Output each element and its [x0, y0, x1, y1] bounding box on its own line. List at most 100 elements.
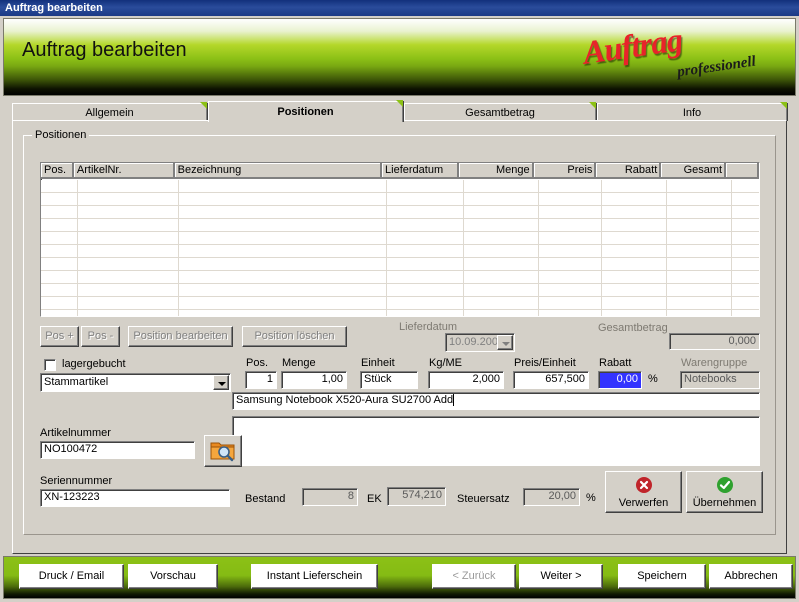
column-header-lieferdatum[interactable]: Lieferdatum — [382, 163, 459, 179]
lieferdatum-datepicker[interactable]: 10.09.2009 — [445, 333, 515, 352]
article-search-button[interactable] — [204, 435, 242, 467]
cancel-circle-icon — [635, 477, 652, 493]
print-email-label: Druck / Email — [38, 570, 105, 582]
delete-position-button[interactable]: Position löschen — [242, 326, 347, 347]
kgme-input[interactable]: 2,000 — [428, 371, 504, 389]
table-header-row: Pos. ArtikelNr. Bezeichnung Lieferdatum … — [41, 163, 759, 179]
gesamtbetrag-label: Gesamtbetrag — [598, 322, 668, 334]
rabatt-percent-sign: % — [648, 373, 658, 385]
seriennummer-input[interactable]: XN-123223 — [40, 489, 230, 507]
tab-allgemein[interactable]: Allgemein — [12, 102, 207, 121]
kgme-field-label: Kg/ME — [429, 357, 463, 369]
tab-gesamtbetrag[interactable]: Gesamtbetrag — [404, 102, 596, 121]
table-row[interactable] — [41, 258, 759, 271]
edit-position-label: Position bearbeiten — [133, 330, 228, 342]
table-row[interactable] — [41, 232, 759, 245]
menge-field-label: Menge — [282, 357, 316, 369]
column-header-preis[interactable]: Preis — [533, 163, 597, 179]
print-email-button[interactable]: Druck / Email — [19, 564, 124, 589]
column-header-pos[interactable]: Pos. — [41, 163, 74, 179]
steuersatz-label: Steuersatz — [457, 493, 510, 505]
lieferdatum-value: 10.09.2009 — [449, 336, 505, 348]
column-header-gesamt[interactable]: Gesamt — [661, 163, 727, 179]
preis-einheit-input[interactable]: 657,500 — [513, 371, 589, 389]
table-row[interactable] — [41, 271, 759, 284]
description-input[interactable]: Samsung Notebook X520-Aura SU2700 Add — [232, 392, 760, 410]
preview-label: Vorschau — [150, 570, 196, 582]
lagergebucht-label: lagergebucht — [62, 358, 126, 370]
cancel-button[interactable]: Abbrechen — [709, 564, 793, 589]
einheit-input[interactable]: Stück — [360, 371, 418, 389]
table-row[interactable] — [41, 206, 759, 219]
preis-einheit-field-label: Preis/Einheit — [514, 357, 576, 369]
einheit-field-label: Einheit — [361, 357, 395, 369]
table-row[interactable] — [41, 284, 759, 297]
lieferdatum-label: Lieferdatum — [399, 321, 458, 333]
seriennummer-label: Seriennummer — [40, 475, 113, 487]
check-circle-icon — [716, 477, 733, 493]
column-header-rabatt[interactable]: Rabatt — [596, 163, 662, 179]
discard-button[interactable]: Verwerfen — [605, 471, 682, 513]
logo-brand-text: Auftrag — [580, 22, 685, 72]
folder-search-icon — [210, 442, 235, 462]
chevron-down-icon[interactable] — [497, 335, 513, 350]
positions-groupbox: Positionen Pos. ArtikelNr. Bezeichnung L… — [23, 129, 776, 535]
pos-minus-button[interactable]: Pos - — [81, 326, 120, 347]
artikelnummer-label: Artikelnummer — [40, 427, 111, 439]
table-row[interactable] — [41, 245, 759, 258]
pos-plus-button[interactable]: Pos + — [40, 326, 79, 347]
warengruppe-field-label: Warengruppe — [681, 357, 748, 369]
positions-table[interactable]: Pos. ArtikelNr. Bezeichnung Lieferdatum … — [40, 162, 760, 317]
next-label: Weiter > — [540, 570, 582, 582]
article-type-dropdown[interactable]: Stammartikel — [40, 373, 231, 392]
next-button[interactable]: Weiter > — [519, 564, 603, 589]
warengruppe-input: Notebooks — [680, 371, 760, 389]
instant-delivery-note-button[interactable]: Instant Lieferschein — [251, 564, 378, 589]
bestand-value: 8 — [302, 488, 358, 506]
table-row[interactable] — [41, 219, 759, 232]
column-header-menge[interactable]: Menge — [458, 163, 534, 179]
rabatt-field-label: Rabatt — [599, 357, 632, 369]
tab-info[interactable]: Info — [597, 102, 787, 121]
tab-gesamtbetrag-label: Gesamtbetrag — [465, 107, 535, 119]
pos-minus-label: Pos - — [87, 330, 114, 342]
tab-allgemein-label: Allgemein — [85, 107, 134, 119]
column-header-artikelnr[interactable]: ArtikelNr. — [73, 163, 175, 179]
edit-position-button[interactable]: Position bearbeiten — [128, 326, 233, 347]
description-value: Samsung Notebook X520-Aura SU2700 Add — [236, 394, 454, 406]
table-body[interactable] — [41, 180, 759, 316]
rabatt-input[interactable]: 0,00 — [598, 371, 642, 389]
apply-label: Übernehmen — [692, 497, 757, 509]
artikelnummer-input[interactable]: NO100472 — [40, 441, 195, 459]
pos-input[interactable]: 1 — [245, 371, 277, 389]
back-label: < Zurück — [452, 570, 496, 582]
apply-button[interactable]: Übernehmen — [686, 471, 763, 513]
tab-info-label: Info — [682, 107, 702, 119]
tabstrip: Allgemein Positionen Gesamtbetrag Info — [12, 100, 787, 122]
column-header-bezeichnung[interactable]: Bezeichnung — [174, 163, 383, 179]
tab-panel-positionen: Positionen Pos. ArtikelNr. Bezeichnung L… — [12, 120, 787, 554]
window-title: Auftrag bearbeiten — [5, 2, 103, 14]
long-description-textarea[interactable] — [232, 416, 760, 466]
logo-subtitle-text: professionell — [676, 53, 757, 81]
tab-positionen[interactable]: Positionen — [208, 100, 403, 122]
menge-input[interactable]: 1,00 — [281, 371, 347, 389]
lagergebucht-checkbox[interactable] — [44, 359, 56, 371]
instant-delivery-note-label: Instant Lieferschein — [266, 570, 363, 582]
groupbox-label: Positionen — [32, 129, 90, 141]
gesamtbetrag-value: 0,000 — [669, 333, 760, 350]
pos-plus-label: Pos + — [45, 330, 74, 342]
table-row[interactable] — [41, 193, 759, 206]
chevron-down-icon[interactable] — [213, 375, 229, 390]
ek-label: EK — [367, 493, 382, 505]
back-button[interactable]: < Zurück — [432, 564, 516, 589]
table-row[interactable] — [41, 180, 759, 193]
save-button[interactable]: Speichern — [618, 564, 706, 589]
table-row[interactable] — [41, 297, 759, 310]
bottom-action-bar: Druck / Email Vorschau Instant Liefersch… — [3, 556, 796, 599]
table-row[interactable] — [41, 310, 759, 316]
steuersatz-percent-sign: % — [586, 492, 596, 504]
bestand-label: Bestand — [245, 493, 286, 505]
tab-notch-icon — [200, 102, 207, 109]
preview-button[interactable]: Vorschau — [128, 564, 218, 589]
